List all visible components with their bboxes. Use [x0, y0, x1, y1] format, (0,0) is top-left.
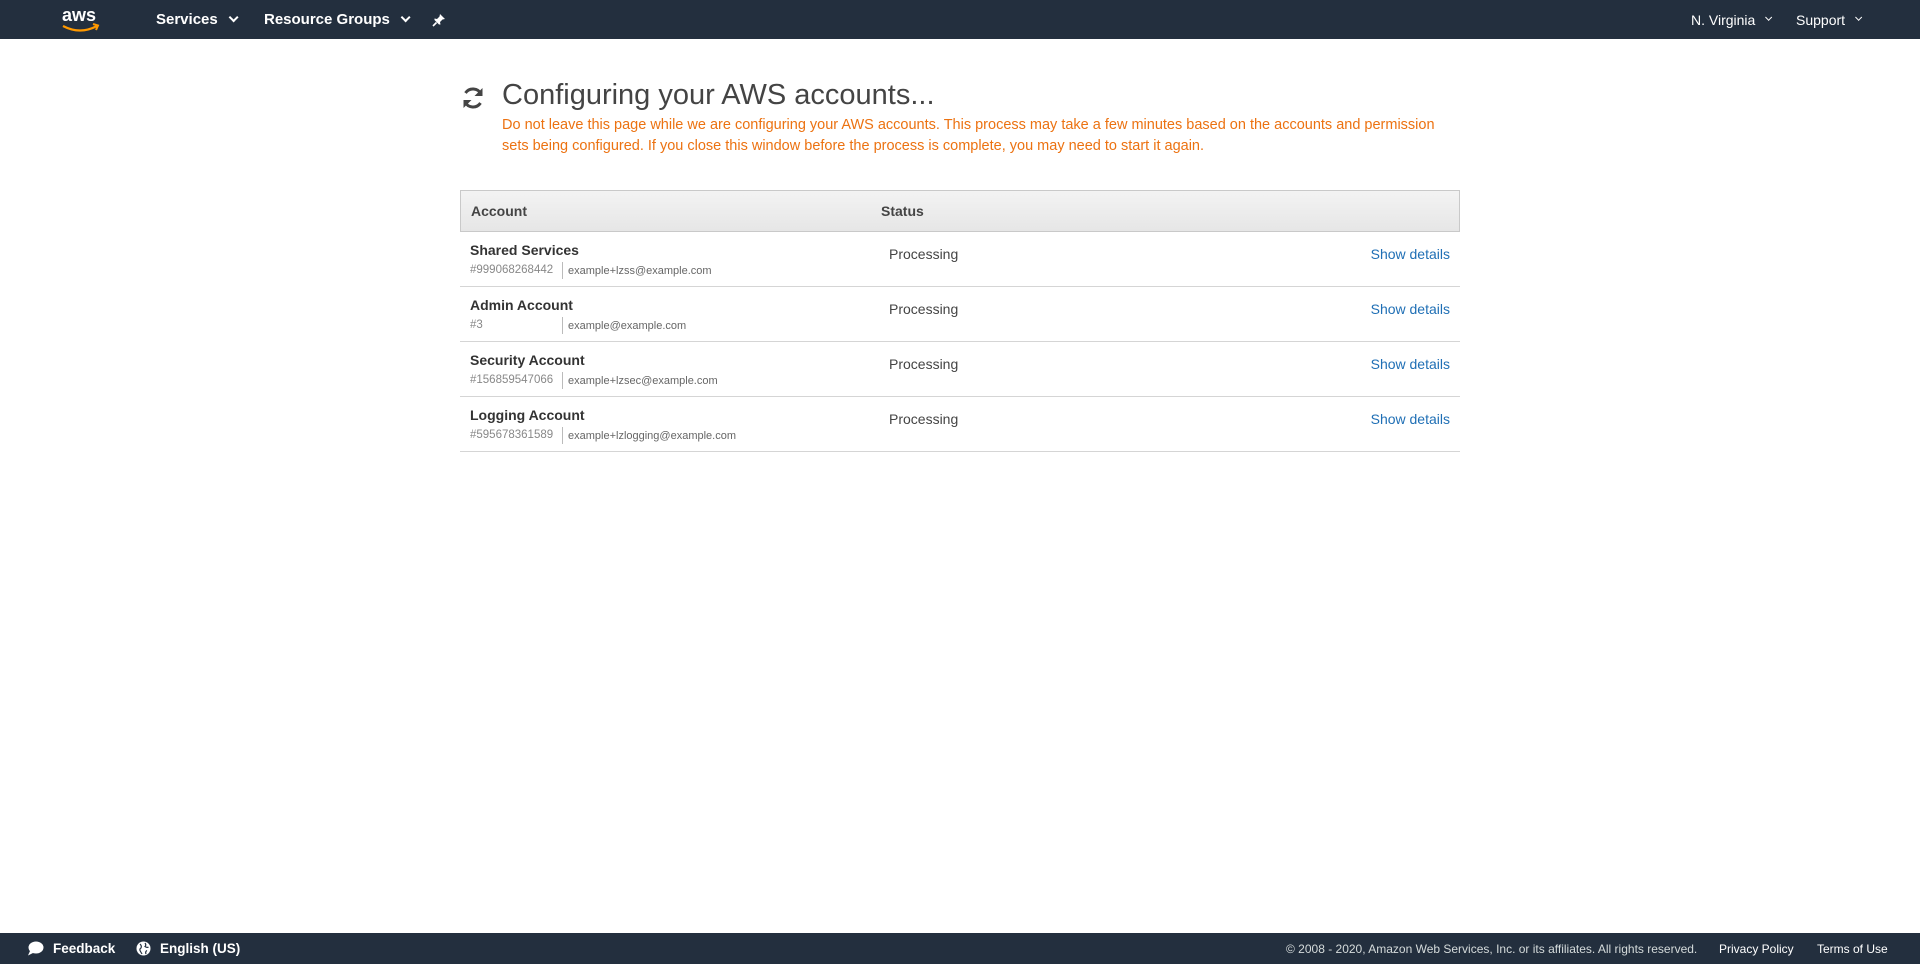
status-text: Processing — [889, 301, 959, 317]
account-id: #595678361589 — [470, 427, 563, 444]
chevron-down-icon — [1765, 13, 1773, 21]
show-details-link[interactable]: Show details — [1371, 411, 1450, 427]
pin-icon — [432, 13, 445, 27]
chevron-down-icon — [228, 12, 239, 23]
account-name: Shared Services — [470, 242, 579, 258]
table-row: Admin Account #3 example@example.com Pro… — [460, 287, 1460, 342]
show-details-link[interactable]: Show details — [1371, 356, 1450, 372]
aws-logo-text: aws — [62, 5, 96, 25]
account-meta: #999068268442 example+lzss@example.com — [470, 262, 712, 279]
warning-message: Do not leave this page while we are conf… — [502, 117, 1435, 154]
show-details-link[interactable]: Show details — [1371, 301, 1450, 317]
account-id: #999068268442 — [470, 262, 563, 279]
copyright-text: © 2008 - 2020, Amazon Web Services, Inc.… — [1286, 941, 1698, 956]
account-meta: #595678361589 example+lzlogging@example.… — [470, 427, 736, 444]
table-header: Account Status — [460, 190, 1460, 232]
top-navigation-bar: aws Services Resource Groups N. Virginia… — [0, 0, 1920, 39]
account-meta: #156859547066 example+lzsec@example.com — [470, 372, 718, 389]
services-label: Services — [156, 11, 218, 28]
aws-logo-icon[interactable]: aws — [60, 4, 102, 34]
table-row: Logging Account #595678361589 example+lz… — [460, 397, 1460, 452]
account-id: #156859547066 — [470, 372, 563, 389]
region-selector[interactable]: N. Virginia — [1691, 0, 1773, 39]
table-row: Security Account #156859547066 example+l… — [460, 342, 1460, 397]
table-row: Shared Services #999068268442 example+lz… — [460, 232, 1460, 287]
resource-groups-label: Resource Groups — [264, 11, 390, 28]
pin-button[interactable] — [430, 0, 448, 39]
account-id: #3 — [470, 317, 563, 334]
column-header-account: Account — [471, 203, 527, 219]
status-text: Processing — [889, 356, 959, 372]
status-text: Processing — [889, 411, 959, 427]
terms-of-use-link[interactable]: Terms of Use — [1817, 933, 1888, 964]
account-email: example@example.com — [568, 319, 687, 332]
speech-bubble-icon — [28, 941, 44, 956]
accounts-table: Account Status Shared Services #99906826… — [460, 190, 1460, 452]
account-name: Admin Account — [470, 297, 573, 313]
support-label: Support — [1796, 11, 1846, 28]
account-email: example+lzlogging@example.com — [568, 429, 737, 442]
resource-groups-menu[interactable]: Resource Groups — [264, 0, 411, 39]
support-menu[interactable]: Support — [1796, 0, 1863, 39]
region-label: N. Virginia — [1691, 11, 1756, 28]
column-header-status: Status — [881, 203, 924, 219]
account-meta: #3 example@example.com — [470, 317, 686, 334]
account-email: example+lzss@example.com — [568, 264, 712, 277]
footer-bar: Feedback English (US) © 2008 - 2020, Ama… — [0, 933, 1920, 964]
feedback-label: Feedback — [53, 941, 116, 956]
language-selector[interactable]: English (US) — [136, 933, 240, 964]
services-menu[interactable]: Services — [156, 0, 239, 39]
language-label: English (US) — [160, 941, 241, 956]
account-name: Security Account — [470, 352, 585, 368]
refresh-icon — [463, 87, 483, 109]
status-text: Processing — [889, 246, 959, 262]
privacy-policy-link[interactable]: Privacy Policy — [1719, 933, 1794, 964]
account-name: Logging Account — [470, 407, 585, 423]
chevron-down-icon — [400, 12, 411, 23]
chevron-down-icon — [1855, 13, 1863, 21]
globe-icon — [136, 941, 151, 956]
feedback-button[interactable]: Feedback — [27, 933, 115, 964]
account-email: example+lzsec@example.com — [568, 374, 718, 387]
page-title: Configuring your AWS accounts... — [502, 79, 935, 111]
show-details-link[interactable]: Show details — [1371, 246, 1450, 262]
